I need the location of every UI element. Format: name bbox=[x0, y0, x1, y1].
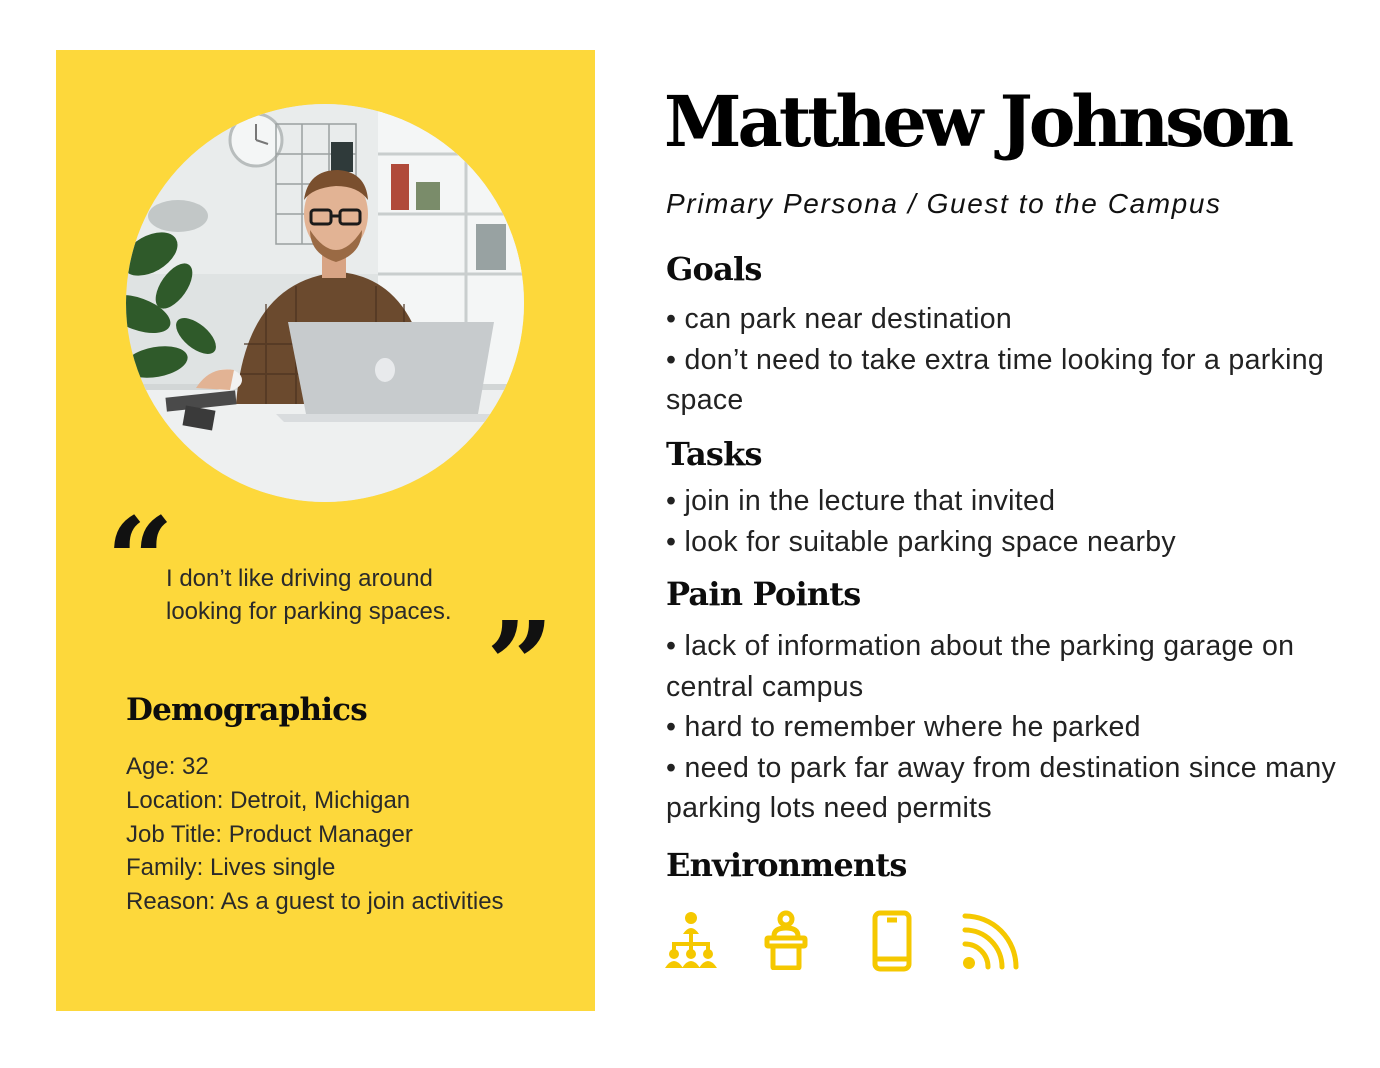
demographics-heading: Demographics bbox=[126, 692, 368, 728]
pain-point-item: lack of information about the parking ga… bbox=[666, 626, 1356, 707]
goals-list: can park near destination don’t need to … bbox=[666, 299, 1356, 421]
tasks-list: join in the lecture that invited look fo… bbox=[666, 481, 1356, 562]
tasks-heading: Tasks bbox=[666, 435, 763, 473]
open-quote-mark: “ bbox=[106, 491, 174, 630]
goal-item: can park near destination bbox=[666, 299, 1356, 340]
pain-point-item: need to park far away from destination s… bbox=[666, 748, 1356, 829]
persona-role: Primary Persona / Guest to the Campus bbox=[666, 188, 1222, 219]
smartphone-icon bbox=[872, 910, 912, 972]
demographics-item: Location: Detroit, Michigan bbox=[126, 786, 411, 814]
goal-item: don’t need to take extra time looking fo… bbox=[666, 340, 1356, 421]
pain-point-item: hard to remember where he parked bbox=[666, 707, 1356, 748]
goals-heading: Goals bbox=[666, 250, 762, 288]
persona-name: Matthew Johnson bbox=[664, 80, 1294, 163]
lecture-podium-icon bbox=[762, 910, 810, 970]
demographics-item: Job Title: Product Manager bbox=[126, 820, 413, 848]
persona-quote: I don’t like driving around looking for … bbox=[166, 562, 496, 628]
demographics-item: Age: 32 bbox=[126, 753, 209, 780]
pain-points-heading: Pain Points bbox=[666, 575, 861, 613]
task-item: look for suitable parking space nearby bbox=[666, 522, 1356, 563]
quote-line: I don’t like driving around bbox=[166, 565, 433, 592]
environments-heading: Environments bbox=[666, 846, 907, 884]
close-quote-mark: ” bbox=[486, 595, 554, 734]
demographics-item: Family: Lives single bbox=[126, 854, 336, 882]
wifi-signal-icon bbox=[960, 910, 1022, 972]
task-item: join in the lecture that invited bbox=[666, 481, 1356, 522]
demographics-list: Age: 32 Location: Detroit, Michigan Job … bbox=[126, 750, 504, 919]
hierarchy-icon bbox=[664, 910, 718, 970]
persona-photo bbox=[126, 104, 524, 502]
demographics-item: Reason: As a guest to join activities bbox=[126, 888, 504, 916]
pain-points-list: lack of information about the parking ga… bbox=[666, 626, 1356, 829]
quote-line: looking for parking spaces. bbox=[166, 598, 452, 625]
